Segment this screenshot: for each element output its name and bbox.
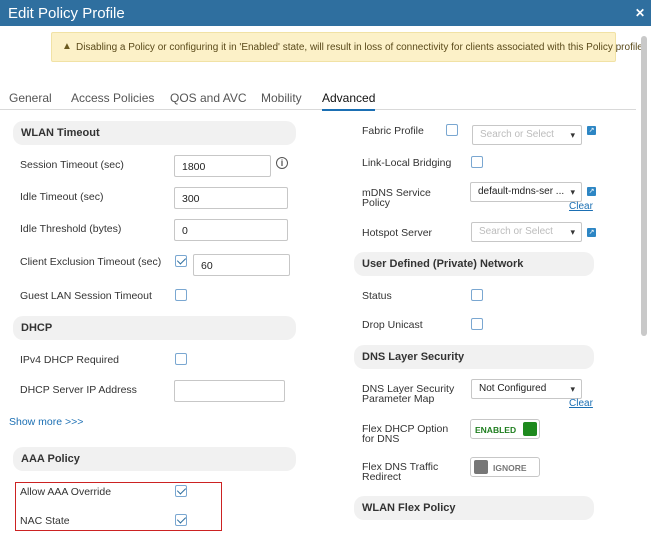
section-title: DHCP: [21, 322, 53, 334]
mdns-policy-value: default-mdns-ser ...: [478, 186, 565, 197]
toggle-state-label: IGNORE: [493, 463, 527, 473]
nac-state-checkbox[interactable]: [175, 514, 187, 526]
close-icon[interactable]: ✕: [635, 6, 645, 20]
link-local-bridging-label: Link-Local Bridging: [362, 157, 452, 169]
idle-timeout-label: Idle Timeout (sec): [20, 191, 104, 203]
dhcp-server-ip-label: DHCP Server IP Address: [20, 384, 137, 396]
tab-bar: General Access Policies QOS and AVC Mobi…: [0, 88, 636, 111]
info-icon[interactable]: i: [276, 157, 288, 169]
ipv4-dhcp-required-label: IPv4 DHCP Required: [20, 354, 120, 366]
client-exclusion-input[interactable]: 60: [193, 254, 290, 276]
tab-mobility[interactable]: Mobility: [261, 91, 302, 105]
session-timeout-label: Session Timeout (sec): [20, 159, 124, 171]
external-link-icon[interactable]: ↗: [587, 126, 596, 135]
toggle-knob: [523, 422, 537, 436]
section-wlan-flex-policy: WLAN Flex Policy: [354, 496, 594, 520]
section-wlan-timeout: WLAN Timeout: [13, 121, 296, 145]
chevron-down-icon: ▾: [570, 187, 575, 197]
chevron-down-icon: ▾: [570, 227, 575, 237]
dialog-title: Edit Policy Profile: [8, 5, 125, 22]
section-title: WLAN Flex Policy: [362, 502, 456, 514]
ipv4-dhcp-required-checkbox[interactable]: [175, 353, 187, 365]
alert-message: Disabling a Policy or configuring it in …: [76, 42, 646, 53]
chevron-down-icon: ▾: [570, 130, 575, 140]
client-exclusion-label: Client Exclusion Timeout (sec): [20, 256, 162, 268]
flex-dhcp-label-2: for DNS: [362, 433, 400, 445]
tab-qos-avc[interactable]: QOS and AVC: [170, 91, 246, 105]
dns-param-map-select[interactable]: Not Configured ▾: [471, 379, 582, 399]
section-user-defined-network: User Defined (Private) Network: [354, 252, 594, 276]
section-title: WLAN Timeout: [21, 127, 100, 139]
section-title: AAA Policy: [21, 453, 80, 465]
client-exclusion-checkbox[interactable]: [175, 255, 187, 267]
mdns-policy-select[interactable]: default-mdns-ser ... ▾: [470, 182, 582, 202]
flex-dns-redirect-label-2: Redirect: [362, 471, 402, 483]
section-aaa-policy: AAA Policy: [13, 447, 296, 471]
fabric-profile-select[interactable]: Search or Select ▾: [472, 125, 582, 145]
fabric-profile-placeholder: Search or Select: [480, 129, 554, 140]
section-dhcp: DHCP: [13, 316, 296, 340]
scrollbar[interactable]: [641, 36, 647, 336]
toggle-knob: [474, 460, 488, 474]
dns-param-map-clear-link[interactable]: Clear: [569, 398, 593, 409]
hotspot-server-select[interactable]: Search or Select ▾: [471, 222, 582, 242]
show-more-link[interactable]: Show more >>>: [9, 416, 83, 428]
section-title: DNS Layer Security: [362, 351, 465, 363]
session-timeout-input[interactable]: 1800: [174, 155, 271, 177]
tab-general[interactable]: General: [9, 91, 52, 105]
external-link-icon[interactable]: ↗: [587, 228, 596, 237]
tab-access-policies[interactable]: Access Policies: [71, 91, 154, 105]
mdns-policy-label-2: Policy: [362, 197, 391, 209]
dhcp-server-ip-input[interactable]: [174, 380, 285, 402]
warning-icon: ▲: [62, 41, 72, 52]
flex-dhcp-toggle[interactable]: ENABLED: [470, 419, 540, 439]
allow-aaa-override-checkbox[interactable]: [175, 485, 187, 497]
fabric-profile-label: Fabric Profile: [362, 125, 424, 137]
warning-alert: ▲ Disabling a Policy or configuring it i…: [51, 32, 646, 62]
flex-dns-redirect-toggle[interactable]: IGNORE: [470, 457, 540, 477]
fabric-profile-checkbox[interactable]: [446, 124, 458, 136]
mdns-clear-link[interactable]: Clear: [569, 201, 593, 212]
hotspot-server-label: Hotspot Server: [362, 227, 433, 239]
title-bar: Edit Policy Profile ✕: [0, 0, 651, 26]
idle-threshold-label: Idle Threshold (bytes): [20, 223, 122, 235]
guest-lan-timeout-checkbox[interactable]: [175, 289, 187, 301]
section-title: User Defined (Private) Network: [362, 258, 524, 270]
allow-aaa-override-label: Allow AAA Override: [20, 486, 112, 498]
nac-state-label: NAC State: [20, 515, 70, 527]
idle-threshold-input[interactable]: 0: [174, 219, 288, 241]
udn-status-label: Status: [362, 290, 392, 302]
idle-timeout-input[interactable]: 300: [174, 187, 288, 209]
external-link-icon[interactable]: ↗: [587, 187, 596, 196]
hotspot-server-placeholder: Search or Select: [479, 226, 553, 237]
tab-advanced[interactable]: Advanced: [322, 91, 376, 111]
udn-status-checkbox[interactable]: [471, 289, 483, 301]
chevron-down-icon: ▾: [570, 384, 575, 394]
drop-unicast-label: Drop Unicast: [362, 319, 423, 331]
guest-lan-timeout-label: Guest LAN Session Timeout: [20, 290, 152, 302]
section-dns-layer-security: DNS Layer Security: [354, 345, 594, 369]
drop-unicast-checkbox[interactable]: [471, 318, 483, 330]
link-local-bridging-checkbox[interactable]: [471, 156, 483, 168]
dns-param-map-label-2: Parameter Map: [362, 393, 435, 405]
dns-param-map-value: Not Configured: [479, 383, 547, 394]
toggle-state-label: ENABLED: [475, 425, 517, 435]
